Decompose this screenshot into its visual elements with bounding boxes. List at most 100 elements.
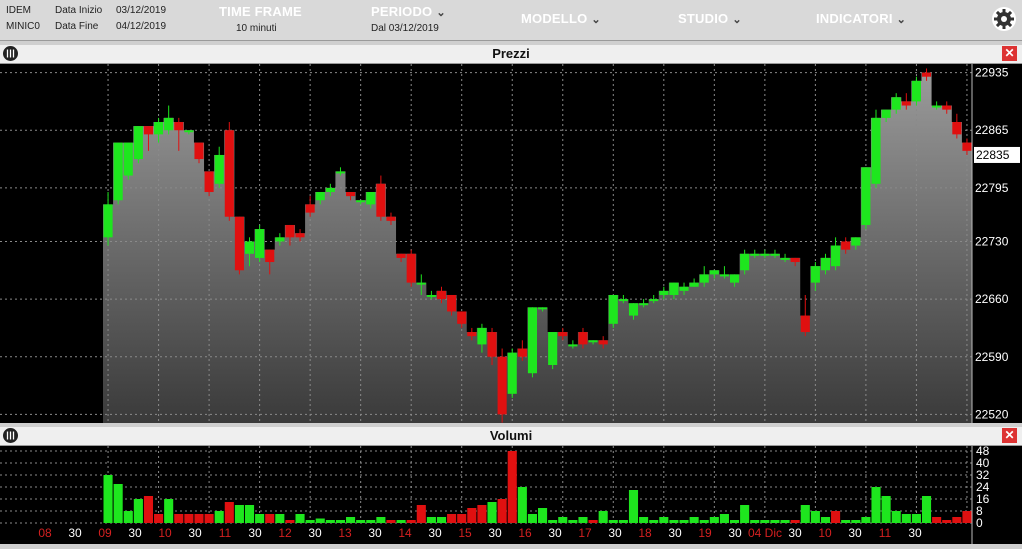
candle-body: [952, 122, 962, 135]
volume-bar: [942, 520, 952, 523]
candle-body: [618, 299, 628, 302]
candle: [871, 109, 881, 188]
volume-bar: [932, 517, 942, 523]
candle-body: [649, 299, 659, 302]
candle-body: [790, 257, 800, 263]
candle-body: [689, 282, 699, 287]
volume-bar: [649, 520, 659, 523]
candle-body: [103, 204, 113, 238]
candle-body: [447, 294, 457, 312]
volume-bar: [133, 499, 143, 523]
period-menu[interactable]: PERIODO ⌄: [371, 4, 446, 19]
candle-body: [497, 356, 507, 415]
candle-body: [457, 311, 467, 324]
period-value: Dal 03/12/2019: [371, 23, 439, 34]
indicators-label: INDICATORI: [816, 11, 893, 26]
candle-body: [861, 167, 871, 225]
candle-body: [921, 72, 932, 77]
candle-body: [507, 352, 517, 394]
model-menu[interactable]: MODELLO ⌄: [521, 11, 601, 26]
chevron-down-icon: ⌄: [591, 14, 601, 26]
candle-body: [740, 253, 750, 271]
candle-body: [335, 171, 346, 174]
candle-body: [628, 303, 639, 316]
volume-bar: [709, 517, 719, 523]
volume-bar: [750, 520, 760, 523]
volume-panel: 0 8 16 24 32 40 48 08 30 09 30 10 30 11 30 12 30 13 30 14 30…: [0, 444, 1022, 544]
volume-bar: [901, 514, 911, 523]
volume-bar: [810, 511, 820, 523]
end-date-value[interactable]: 04/12/2019: [116, 21, 166, 32]
volume-bar: [588, 520, 598, 523]
close-icon[interactable]: ✕: [1002, 46, 1017, 61]
candle: [831, 237, 841, 271]
study-label: STUDIO: [678, 11, 729, 26]
volume-bar: [244, 505, 255, 523]
volume-bar: [689, 517, 699, 523]
volume-panel-header: Volumi ✕: [0, 427, 1022, 446]
volume-bar: [921, 496, 932, 523]
time-tick-label: 10: [158, 526, 172, 540]
candle-body: [174, 122, 184, 131]
study-menu[interactable]: STUDIO ⌄: [678, 11, 742, 26]
volume-bar: [699, 520, 709, 523]
volume-bar: [790, 520, 800, 523]
candle-body: [871, 117, 881, 184]
candle-body: [426, 294, 436, 297]
candle-body: [113, 142, 123, 201]
candle-body: [729, 274, 740, 283]
candle-body: [285, 224, 295, 238]
volume-tick-label: 8: [976, 504, 983, 518]
gear-icon[interactable]: [992, 7, 1016, 31]
candle: [507, 348, 517, 398]
market-label: IDEM: [6, 5, 31, 16]
volume-bar: [143, 496, 154, 523]
time-tick-label: 04 Dic: [748, 526, 782, 540]
volume-bar: [255, 514, 265, 523]
volume-bar: [487, 502, 497, 523]
volume-bar: [113, 484, 123, 523]
price-chart: 22520 22590 22660 22730 22795 22865 22935 22835: [0, 64, 1022, 423]
time-tick-label: 19: [698, 526, 712, 540]
candle-body: [901, 101, 911, 106]
price-tick-label: 22865: [975, 123, 1009, 137]
candle-body: [932, 105, 942, 108]
candle-body: [659, 290, 669, 295]
timeframe-menu[interactable]: TIME FRAME: [219, 4, 302, 19]
candle-body: [820, 257, 831, 271]
volume-bar: [366, 520, 376, 523]
candle: [527, 307, 537, 378]
price-tick-label: 22590: [975, 350, 1009, 364]
volume-bar: [426, 517, 436, 523]
candle: [608, 294, 618, 328]
volume-bar: [214, 511, 224, 523]
candle-body: [760, 253, 770, 256]
candle-body: [527, 307, 537, 374]
volume-bar: [386, 520, 396, 523]
close-icon[interactable]: ✕: [1002, 428, 1017, 443]
candle-body: [578, 332, 588, 345]
volume-tick-label: 24: [976, 480, 990, 494]
volume-bar: [578, 517, 588, 523]
price-panel: 22520 22590 22660 22730 22795 22865 22935 22835: [0, 64, 1022, 423]
indicators-menu[interactable]: INDICATORI ⌄: [816, 11, 906, 26]
candle-body: [234, 216, 244, 271]
time-tick-label: 15: [458, 526, 472, 540]
volume-bar: [335, 520, 346, 523]
candle-body: [679, 286, 689, 291]
volume-bar: [164, 499, 174, 523]
candle-body: [891, 97, 901, 110]
candle-body: [699, 274, 709, 283]
volume-tick-label: 32: [976, 468, 990, 482]
volume-bar: [911, 514, 921, 523]
end-date-label: Data Fine: [55, 21, 99, 32]
chevron-down-icon: ⌄: [436, 7, 446, 19]
time-tick-label: 30: [548, 526, 562, 540]
volume-bar: [891, 511, 901, 523]
candle-body: [244, 241, 255, 254]
time-tick-label: 30: [668, 526, 682, 540]
start-date-value[interactable]: 03/12/2019: [116, 5, 166, 16]
volume-bar: [548, 520, 558, 523]
volume-bar: [558, 517, 568, 523]
candle-body: [800, 315, 810, 333]
